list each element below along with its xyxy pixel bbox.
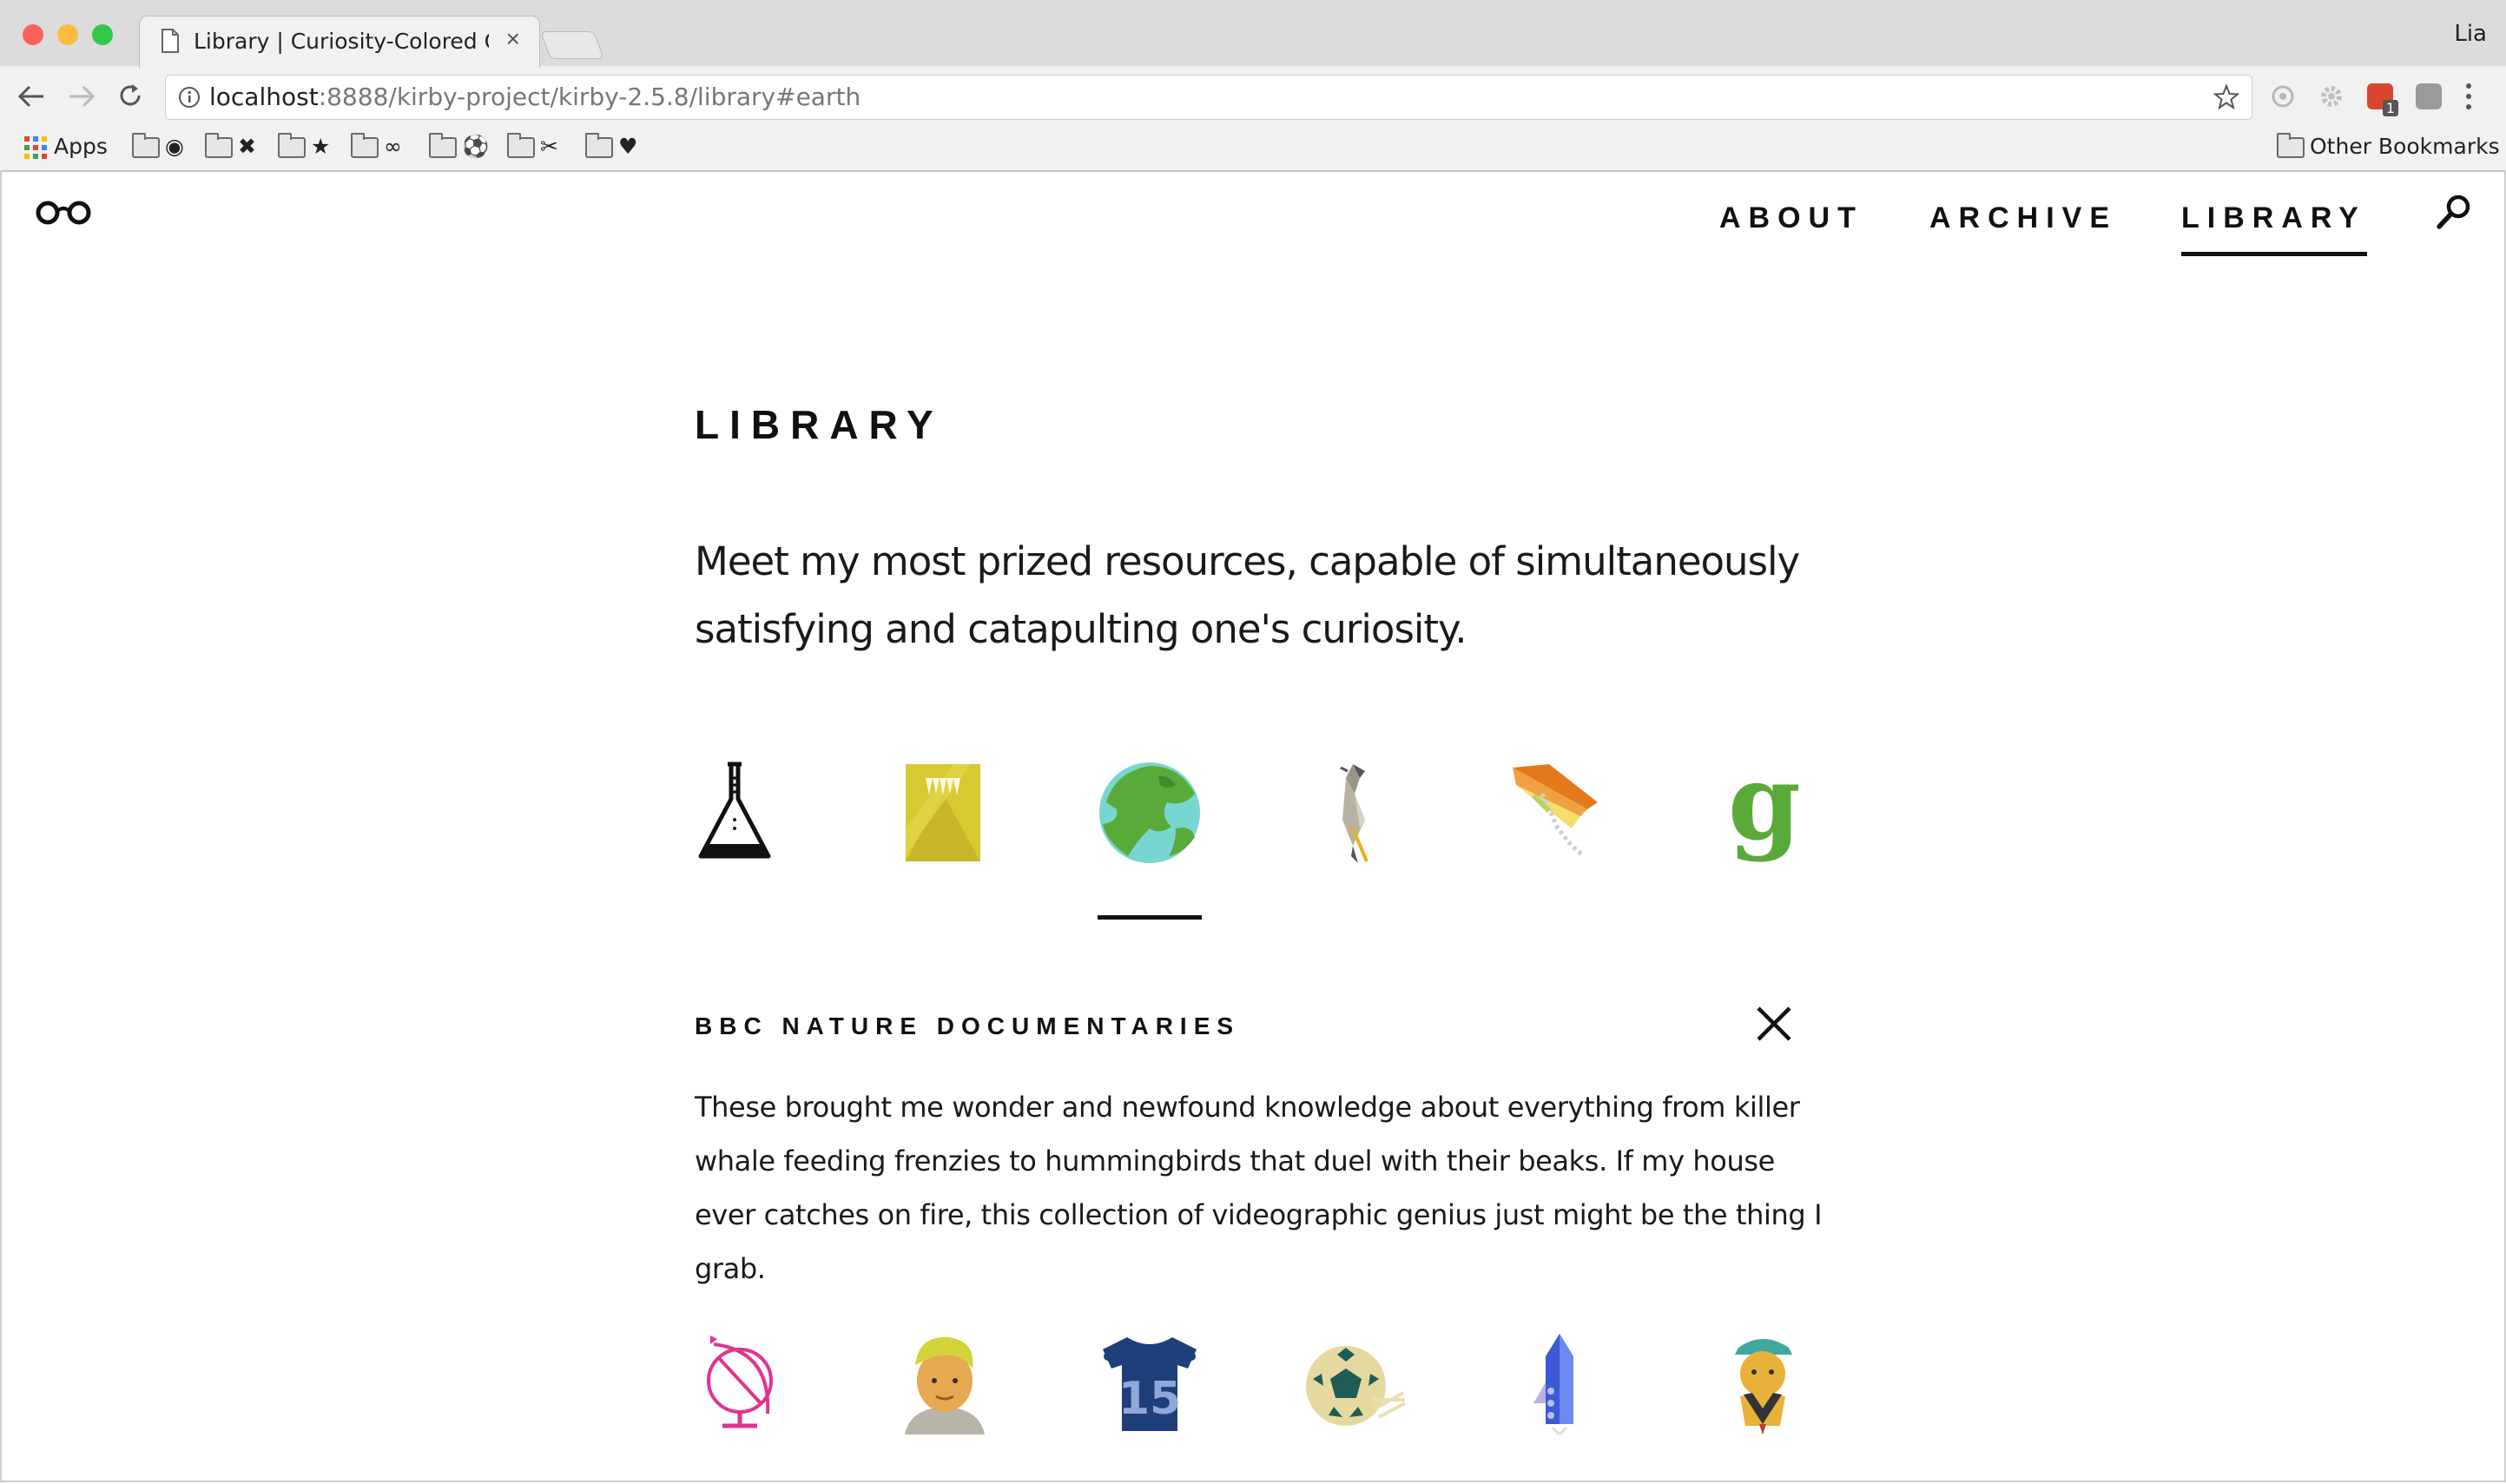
other-bookmarks[interactable]: Other Bookmarks	[2277, 133, 2500, 160]
nav-about[interactable]: ABOUT	[1719, 201, 1863, 235]
bird-icon	[1340, 764, 1368, 863]
yellow-book-icon	[906, 764, 980, 861]
tab-strip: Library | Curiosity-Colored Gla × Lia	[0, 0, 2506, 69]
page-title: LIBRARY	[695, 402, 944, 447]
bookmarks-bar: Apps ◉ ✖ ★ ∞ ⚽ ✂ ♥ Other Bookmarks	[0, 127, 2506, 165]
menu-kebab-icon[interactable]	[2463, 82, 2475, 111]
folder-icon	[2277, 133, 2305, 158]
forward-arrow-icon[interactable]	[68, 83, 96, 109]
svg-text:g: g	[1728, 759, 1801, 863]
folder-icon	[278, 133, 306, 158]
bookmark-label: ★	[311, 134, 331, 159]
browser-tab[interactable]: Library | Curiosity-Colored Gla ×	[139, 16, 540, 69]
other-bookmarks-label: Other Bookmarks	[2310, 134, 2500, 159]
intro-text: Meet my most prized resources, capable o…	[695, 538, 1800, 652]
extension-gear-icon[interactable]	[2318, 83, 2344, 109]
bookmark-folder-3[interactable]: ★	[278, 133, 331, 160]
resource-earth[interactable]	[1098, 759, 1202, 863]
scout-figure-icon	[1735, 1339, 1792, 1435]
back-arrow-icon[interactable]	[17, 83, 45, 109]
resource-kite[interactable]	[1507, 759, 1612, 863]
folder-icon	[507, 133, 535, 158]
tab-title: Library | Curiosity-Colored Gla	[194, 29, 489, 54]
page-icon	[162, 29, 179, 53]
folder-icon	[429, 133, 457, 158]
kite-icon	[1513, 764, 1598, 856]
bookmark-folder-7[interactable]: ♥	[585, 133, 638, 160]
minimize-window-button[interactable]	[57, 24, 78, 45]
jersey-number: 15	[1118, 1373, 1181, 1425]
address-bar[interactable]: localhost:8888/kirby-project/kirby-2.5.8…	[165, 75, 2252, 120]
extension-badge: 1	[2382, 100, 2398, 116]
folder-icon	[205, 133, 233, 158]
flask-icon	[698, 762, 771, 859]
url-path: :8888/kirby-project/kirby-2.5.8/library#…	[318, 82, 861, 111]
bookmark-folder-2[interactable]: ✖	[205, 133, 256, 160]
boy-portrait-icon	[905, 1336, 985, 1435]
bookmark-label: ∞	[384, 134, 402, 159]
resource-boy-portrait[interactable]	[893, 1330, 997, 1435]
bookmark-folder-1[interactable]: ◉	[132, 133, 184, 160]
extension-calendar-icon[interactable]: 1	[2367, 83, 2398, 116]
bookmark-folder-5[interactable]: ⚽	[429, 133, 490, 160]
resource-rocket[interactable]	[1507, 1330, 1612, 1437]
bookmark-label: ⚽	[462, 134, 490, 159]
nav-library[interactable]: LIBRARY	[2181, 201, 2366, 235]
url-host: localhost	[209, 82, 319, 111]
resource-flask[interactable]	[688, 759, 792, 863]
resource-globe-stand[interactable]	[688, 1330, 792, 1435]
soccer-ball-icon	[1306, 1346, 1406, 1426]
new-tab-button[interactable]	[540, 31, 604, 59]
google-g-icon: g	[1728, 742, 1801, 864]
profile-name[interactable]: Lia	[2454, 21, 2487, 47]
folder-icon	[132, 133, 160, 158]
tab-close-button[interactable]: ×	[506, 25, 520, 53]
detail-title: BBC NATURE DOCUMENTARIES	[695, 1012, 1241, 1039]
browser-chrome: Library | Curiosity-Colored Gla × Lia lo…	[0, 0, 2506, 172]
bookmark-apps[interactable]: Apps	[24, 134, 108, 160]
info-icon[interactable]	[178, 86, 201, 109]
resource-jersey[interactable]: 15	[1098, 1330, 1202, 1435]
extension-square-icon[interactable]	[2416, 83, 2442, 109]
nav-active-underline	[2181, 252, 2367, 256]
glasses-logo-icon[interactable]	[35, 198, 92, 226]
resource-yellow-book[interactable]	[893, 759, 997, 863]
resource-google[interactable]: g	[1712, 742, 1817, 864]
search-icon[interactable]	[2435, 193, 2473, 231]
close-window-button[interactable]	[23, 24, 43, 45]
jersey-15-icon: 15	[1103, 1337, 1197, 1431]
active-resource-underline	[1098, 915, 1202, 920]
earth-globe-icon	[1099, 762, 1200, 863]
detail-body: These brought me wonder and newfound kno…	[695, 1091, 1823, 1285]
bookmark-label: ♥	[618, 134, 638, 159]
folder-icon	[351, 133, 379, 158]
resource-scout-figure[interactable]	[1712, 1330, 1817, 1435]
close-icon[interactable]	[1754, 1004, 1794, 1044]
bookmark-star-icon[interactable]	[2213, 84, 2239, 110]
bookmark-label: ✂	[540, 134, 558, 159]
globe-stand-icon	[707, 1336, 773, 1428]
resource-bird[interactable]	[1302, 759, 1407, 863]
reload-icon[interactable]	[116, 82, 144, 109]
bookmark-label: ◉	[165, 134, 184, 159]
zoom-window-button[interactable]	[92, 24, 113, 45]
bookmark-label: Apps	[54, 134, 108, 159]
resource-soccer-ball[interactable]	[1302, 1330, 1407, 1435]
nav-archive[interactable]: ARCHIVE	[1929, 201, 2117, 235]
rocket-icon	[1533, 1334, 1573, 1437]
folder-icon	[585, 133, 613, 158]
bookmark-folder-4[interactable]: ∞	[351, 133, 402, 160]
bookmark-folder-6[interactable]: ✂	[507, 133, 558, 160]
url-text[interactable]: localhost:8888/kirby-project/kirby-2.5.8…	[209, 82, 861, 111]
bookmark-label: ✖	[238, 134, 256, 159]
apps-grid-icon	[24, 136, 47, 159]
extension-circle-icon[interactable]	[2270, 83, 2296, 109]
